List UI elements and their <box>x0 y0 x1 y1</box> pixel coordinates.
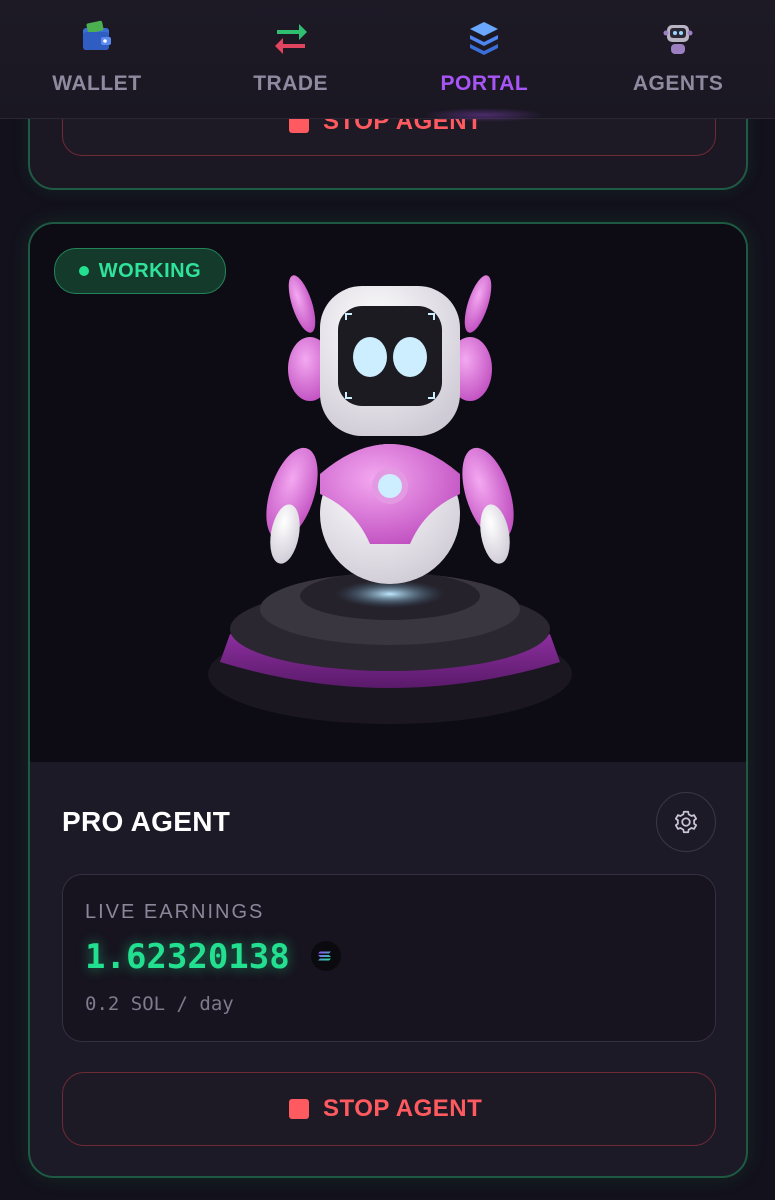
stop-agent-label: STOP AGENT <box>323 1095 483 1122</box>
nav-item-trade[interactable]: TRADE <box>194 0 388 118</box>
earnings-rate: 0.2 SOL / day <box>85 993 234 1015</box>
stop-icon <box>289 1099 309 1119</box>
nav-item-portal[interactable]: PORTAL <box>388 0 582 122</box>
top-nav: WALLET TRADE PORTAL AGENTS <box>0 0 775 122</box>
nav-label-agents: AGENTS <box>632 72 724 95</box>
gear-icon <box>674 810 698 834</box>
agent-title: PRO AGENT <box>62 806 231 837</box>
status-text: WORKING <box>98 259 202 282</box>
agent-card: WORKING PRO AGENT LIVE EARNINGS 1.623201… <box>28 222 748 1178</box>
active-tab-glow <box>424 108 545 122</box>
settings-button[interactable] <box>656 792 716 852</box>
robot-head-icon <box>663 25 693 54</box>
nav-label-portal: PORTAL <box>440 72 529 95</box>
live-earnings-panel: LIVE EARNINGS 1.62320138 0.2 SOL / day <box>62 874 716 1042</box>
solana-icon <box>311 941 341 971</box>
earnings-label: LIVE EARNINGS <box>85 901 265 923</box>
stop-agent-button[interactable]: STOP AGENT <box>62 1072 716 1146</box>
earnings-value: 1.62320138 <box>85 937 290 977</box>
portal-layers-icon <box>470 22 499 55</box>
nav-label-trade: TRADE <box>253 72 329 95</box>
trade-arrows-icon <box>274 24 307 54</box>
nav-label-wallet: WALLET <box>52 72 142 95</box>
wallet-icon <box>82 20 111 50</box>
agent-hero: WORKING <box>30 224 746 762</box>
nav-item-wallet[interactable]: WALLET <box>0 0 194 118</box>
nav-item-agents[interactable]: AGENTS <box>581 0 775 118</box>
status-dot-icon <box>78 266 89 276</box>
robot-illustration <box>208 275 572 724</box>
